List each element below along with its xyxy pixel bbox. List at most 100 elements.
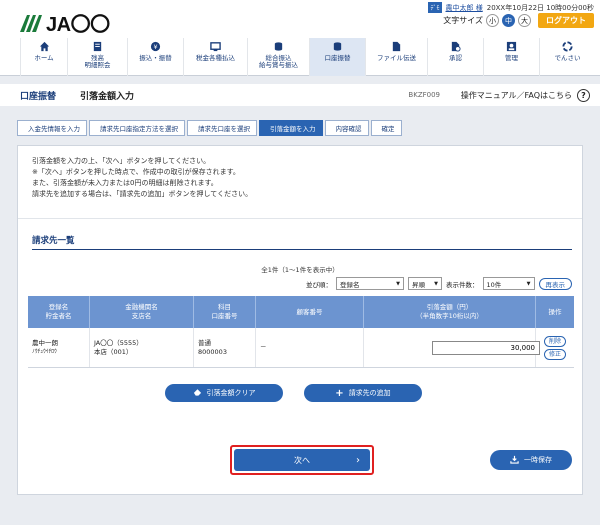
font-size-large-button[interactable]: 大 bbox=[518, 14, 531, 27]
nav-item-home[interactable]: ホーム bbox=[20, 38, 67, 76]
instruction-line: ※「次へ」ボタンを押した時点で、作成中の取引が保存されます。 bbox=[32, 168, 240, 176]
step-item: 確定 bbox=[370, 120, 402, 136]
sort-select[interactable]: 登録名 ▼ bbox=[336, 277, 404, 290]
account-number: 8000003 bbox=[198, 347, 227, 356]
home-icon bbox=[38, 40, 50, 52]
nav-item-label: 残高 明細照会 bbox=[84, 54, 111, 70]
file-transfer-icon bbox=[391, 40, 403, 52]
section-underline bbox=[32, 249, 572, 250]
help-icon[interactable]: ? bbox=[577, 88, 590, 102]
step-item: 入金先情報を入力 bbox=[17, 120, 87, 136]
main-panel: 引落金額を入力の上、「次へ」ボタンを押してください。 ※「次へ」ボタンを押した時… bbox=[17, 145, 583, 495]
header: JA〇〇 ﾃﾞﾓ 農中太郎 様 20XX年10月22日 10時00分00秒 文字… bbox=[0, 0, 600, 38]
order-value: 昇順 bbox=[412, 280, 425, 289]
next-button[interactable]: 次へ › bbox=[234, 449, 370, 471]
chevron-down-icon: ▼ bbox=[434, 280, 438, 287]
sort-value: 登録名 bbox=[340, 280, 360, 289]
nav-item-file-transfer[interactable]: ファイル伝送 bbox=[365, 38, 427, 76]
nav-item-label: ホーム bbox=[34, 54, 54, 62]
ja-logo-icon bbox=[20, 14, 42, 32]
table-header: 登録名 貯金者名 金融機関名 支店名 科目 口座番号 顧客番号 引落金額（円） … bbox=[28, 296, 574, 328]
temporary-save-button[interactable]: 一時保存 bbox=[490, 450, 572, 470]
chevron-down-icon: ▼ bbox=[526, 280, 531, 287]
chevron-down-icon: ▼ bbox=[396, 280, 400, 287]
nav-item-label: でんさい bbox=[554, 54, 581, 62]
column-header: 金融機関名 支店名 bbox=[90, 296, 194, 328]
screen-code: BKZF009 bbox=[408, 91, 440, 99]
bulk-transfer-icon bbox=[273, 40, 285, 52]
transfer-icon: ¥ bbox=[150, 40, 162, 52]
header-text: 金融機関名 bbox=[125, 303, 158, 311]
redisplay-button[interactable]: 再表示 bbox=[538, 277, 572, 290]
nav-item-approval[interactable]: 承認 bbox=[427, 38, 483, 76]
display-count-select[interactable]: 10件 ▼ bbox=[482, 277, 535, 290]
nav-item-label: 税金各種払込 bbox=[196, 54, 235, 62]
registered-name: 農中一朗 bbox=[32, 338, 58, 347]
amount-input[interactable] bbox=[432, 340, 540, 355]
operation-cell: 削除 修正 bbox=[536, 328, 574, 367]
datetime: 20XX年10月22日 10時00分00秒 bbox=[486, 3, 594, 12]
instructions: 引落金額を入力の上、「次へ」ボタンを押してください。 ※「次へ」ボタンを押した時… bbox=[32, 156, 252, 200]
nav-item-tax[interactable]: 税金各種払込 bbox=[183, 38, 247, 76]
font-size-control: 文字サイズ 小 中 大 ログアウト bbox=[443, 13, 594, 28]
nav-item-account-debit[interactable]: 口座振替 bbox=[309, 38, 365, 76]
logo-text: JA〇〇 bbox=[46, 14, 110, 36]
header-text: 引落金額（円） bbox=[426, 303, 473, 311]
section-title: 口座振替 bbox=[20, 91, 57, 102]
edit-button[interactable]: 修正 bbox=[544, 348, 566, 360]
nav-item-label: ファイル伝送 bbox=[377, 54, 416, 62]
clear-amount-button[interactable]: 引落金額クリア bbox=[165, 384, 283, 402]
nav-item-balance[interactable]: 残高 明細照会 bbox=[67, 38, 127, 76]
global-nav: ホーム 残高 明細照会 ¥ 振込・振替 税金各種払込 総合振込 給与賞与振込 口… bbox=[0, 38, 600, 76]
nav-item-bulk-transfer[interactable]: 総合振込 給与賞与振込 bbox=[247, 38, 309, 76]
account-holder-kana: ﾉｳﾁｭｳｲﾁﾛｳ bbox=[32, 348, 57, 355]
logout-button[interactable]: ログアウト bbox=[538, 13, 594, 28]
divider bbox=[18, 218, 582, 219]
order-select[interactable]: 昇順 ▼ bbox=[408, 277, 442, 290]
sort-controls: 並び順： 登録名 ▼ 昇順 ▼ 表示件数： 10件 ▼ 再表示 bbox=[306, 277, 572, 290]
nav-item-label: 総合振込 給与賞与振込 bbox=[259, 54, 298, 70]
add-billing-button[interactable]: + 請求先の追加 bbox=[304, 384, 422, 402]
header-text: 操作 bbox=[548, 307, 562, 316]
branch-name: 本店（001） bbox=[94, 347, 133, 356]
header-text: 貯金者名 bbox=[45, 312, 72, 320]
user-info: ﾃﾞﾓ 農中太郎 様 20XX年10月22日 10時00分00秒 bbox=[428, 2, 594, 13]
nav-item-label: 口座振替 bbox=[324, 54, 351, 62]
eraser-icon bbox=[193, 388, 202, 398]
logo[interactable]: JA〇〇 bbox=[18, 8, 110, 37]
account-debit-icon bbox=[332, 40, 344, 52]
tax-icon bbox=[210, 40, 222, 52]
customer-number: － bbox=[260, 343, 267, 351]
balance-icon bbox=[92, 40, 104, 52]
step-item: 請求先口座を選択 bbox=[187, 120, 257, 136]
manual-link[interactable]: 操作マニュアル／FAQはこちら bbox=[461, 90, 572, 101]
display-count-value: 10件 bbox=[486, 280, 502, 289]
step-indicator: 入金先情報を入力 請求先口座指定方法を選択 請求先口座を選択 引落金額を入力 内… bbox=[17, 120, 404, 136]
amount-cell bbox=[364, 328, 540, 367]
customer-number-cell: － bbox=[256, 328, 364, 367]
header-text: （半角数字10桁以内） bbox=[416, 312, 483, 320]
delete-button[interactable]: 削除 bbox=[544, 335, 566, 347]
user-badge: ﾃﾞﾓ bbox=[428, 2, 442, 13]
title-bar: 口座振替 引落金額入力 BKZF009 操作マニュアル／FAQはこちら ? bbox=[0, 84, 600, 106]
nav-item-densai[interactable]: でんさい bbox=[539, 38, 595, 76]
font-size-medium-button[interactable]: 中 bbox=[502, 14, 515, 27]
font-size-small-button[interactable]: 小 bbox=[486, 14, 499, 27]
billing-table: 登録名 貯金者名 金融機関名 支店名 科目 口座番号 顧客番号 引落金額（円） … bbox=[28, 296, 574, 368]
table-row: 農中一朗 ﾉｳﾁｭｳｲﾁﾛｳ JA〇〇（5555） 本店（001） 普通 800… bbox=[28, 328, 574, 368]
account-cell: 普通 8000003 bbox=[194, 328, 256, 367]
instruction-line: 請求先を追加する場合は、「請求先の追加」ボタンを押してください。 bbox=[32, 190, 253, 198]
user-name[interactable]: 農中太郎 様 bbox=[446, 3, 483, 13]
sort-label: 並び順： bbox=[306, 280, 332, 289]
nav-item-transfer[interactable]: ¥ 振込・振替 bbox=[127, 38, 183, 76]
nav-item-label: 承認 bbox=[449, 54, 462, 62]
column-header: 科目 口座番号 bbox=[194, 296, 256, 328]
column-header: 登録名 貯金者名 bbox=[28, 296, 90, 328]
header-text: 登録名 bbox=[48, 303, 69, 311]
download-icon bbox=[510, 455, 519, 466]
chevron-right-icon: › bbox=[356, 454, 360, 466]
nav-item-admin[interactable]: 管理 bbox=[483, 38, 539, 76]
instruction-line: また、引落金額が未入力または0円の明細は削除されます。 bbox=[32, 179, 218, 187]
add-billing-label: 請求先の追加 bbox=[348, 389, 391, 397]
step-item: 内容確認 bbox=[324, 120, 369, 136]
